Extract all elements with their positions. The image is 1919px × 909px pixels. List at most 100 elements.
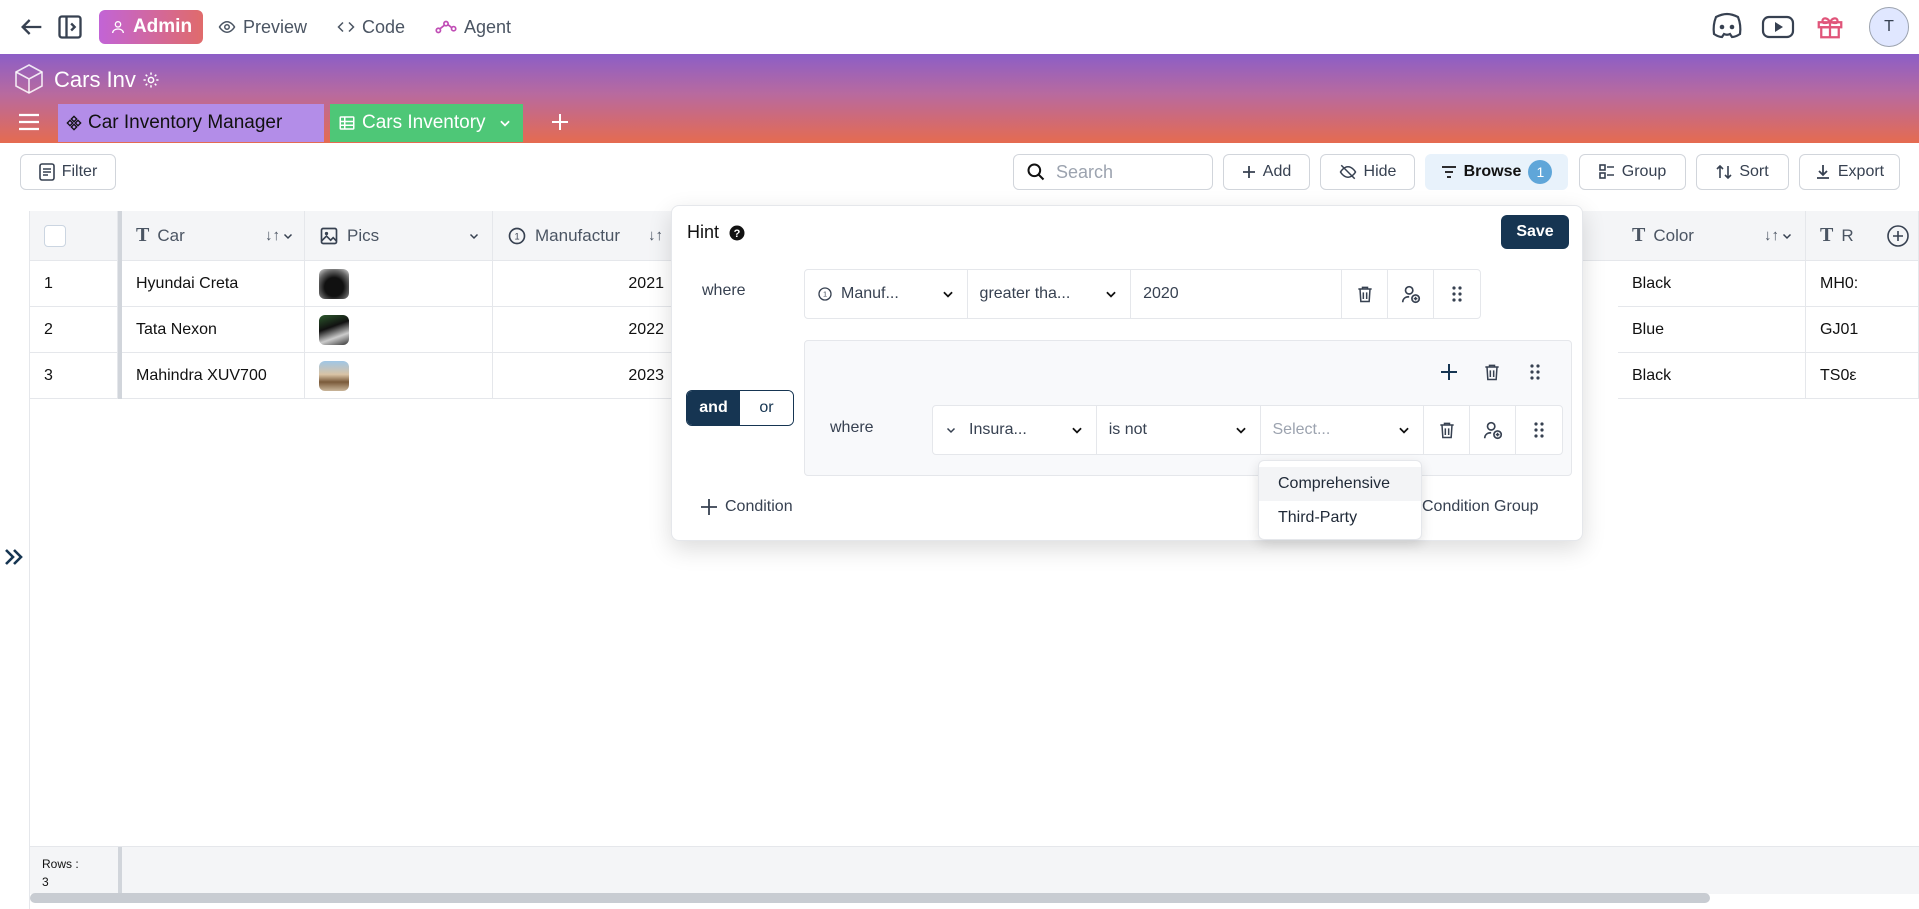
- chevron-down-icon[interactable]: [468, 230, 480, 242]
- column-header-pics[interactable]: Pics: [305, 211, 493, 261]
- add-condition-group-button[interactable]: Condition Group: [1422, 498, 1539, 516]
- car-thumbnail[interactable]: [319, 360, 349, 391]
- cell-car[interactable]: Mahindra XUV700: [122, 353, 305, 399]
- agent-button[interactable]: Agent: [435, 13, 511, 41]
- group-button[interactable]: Group: [1579, 154, 1686, 190]
- youtube-icon: [1761, 15, 1795, 39]
- cell-color[interactable]: Blue: [1618, 307, 1806, 353]
- cell-registration[interactable]: MH0:: [1806, 261, 1919, 307]
- add-button[interactable]: Add: [1223, 154, 1310, 190]
- admin-button[interactable]: Admin: [99, 10, 203, 44]
- cell-pics[interactable]: [305, 307, 493, 353]
- value-input[interactable]: 2020: [1131, 270, 1343, 318]
- car-thumbnail[interactable]: [319, 268, 349, 299]
- cell-pics[interactable]: [305, 353, 493, 399]
- add-tab-icon[interactable]: [550, 112, 570, 132]
- chevron-down-icon[interactable]: [1781, 230, 1793, 242]
- cell-registration[interactable]: GJ01: [1806, 307, 1919, 353]
- or-button[interactable]: or: [740, 391, 793, 425]
- filter-button[interactable]: Filter: [20, 154, 116, 190]
- sort-arrows-icon[interactable]: ↓↑: [648, 227, 663, 244]
- and-button[interactable]: and: [687, 391, 740, 425]
- delete-condition-button[interactable]: [1342, 270, 1389, 318]
- chevron-down-icon[interactable]: [498, 116, 512, 130]
- cell-color[interactable]: Black: [1618, 261, 1806, 307]
- number-type-icon: 1: [508, 227, 526, 244]
- base-title-text: Cars Inv: [54, 67, 136, 92]
- filter-label: Filter: [61, 163, 98, 180]
- cell-car[interactable]: Tata Nexon: [122, 307, 305, 353]
- tab-car-inventory-manager[interactable]: Car Inventory Manager: [58, 104, 324, 142]
- popup-title-text: Hint: [687, 222, 720, 242]
- user-avatar[interactable]: T: [1869, 7, 1909, 47]
- hide-label: Hide: [1363, 163, 1397, 180]
- column-header-car[interactable]: T Car ↓↑: [122, 211, 305, 261]
- filter-popup: Hint ? Save where 1 Manuf... greater tha…: [671, 205, 1583, 541]
- browse-button[interactable]: Browse 1: [1425, 154, 1568, 190]
- export-button[interactable]: Export: [1799, 154, 1900, 190]
- discord-icon: [1712, 12, 1742, 39]
- option-third-party[interactable]: Third-Party: [1259, 501, 1421, 535]
- column-header-registration[interactable]: T R: [1806, 211, 1919, 261]
- chevron-down-icon: [1072, 427, 1082, 434]
- option-comprehensive[interactable]: Comprehensive: [1259, 467, 1421, 501]
- horizontal-scrollbar[interactable]: [30, 893, 1710, 903]
- sort-button[interactable]: Sort: [1696, 154, 1789, 190]
- drag-dots-icon[interactable]: [1529, 363, 1541, 381]
- base-title[interactable]: Cars Inv: [54, 67, 160, 93]
- chevron-down-icon[interactable]: [282, 230, 294, 242]
- code-button[interactable]: Code: [337, 13, 405, 41]
- trash-icon[interactable]: [1482, 362, 1502, 382]
- select-all-header: [30, 211, 118, 261]
- select-all-checkbox[interactable]: [44, 224, 66, 247]
- cell-pics[interactable]: [305, 261, 493, 307]
- sort-arrows-icon[interactable]: ↓↑: [265, 227, 280, 244]
- back-button[interactable]: [18, 13, 46, 41]
- toolbar: Filter Search Add Hide Browse 1 Group So…: [0, 143, 1919, 211]
- svg-text:?: ?: [734, 228, 741, 240]
- sort-arrows-icon[interactable]: ↓↑: [1764, 227, 1779, 244]
- drag-handle[interactable]: [1516, 406, 1562, 454]
- tab-cars-inventory[interactable]: Cars Inventory: [330, 104, 523, 142]
- add-condition-button[interactable]: Condition: [700, 498, 793, 516]
- column-header-color[interactable]: T Color ↓↑: [1618, 211, 1806, 261]
- discord-button[interactable]: [1710, 12, 1744, 40]
- filter-doc-icon: [38, 163, 55, 181]
- cell-registration[interactable]: TS0ε: [1806, 353, 1919, 399]
- save-button[interactable]: Save: [1501, 215, 1569, 249]
- row-count-label: Rows :: [42, 857, 79, 871]
- copy-condition-button[interactable]: [1388, 270, 1435, 318]
- car-thumbnail[interactable]: [319, 314, 349, 345]
- value-select[interactable]: Select...: [1261, 406, 1425, 454]
- operator-select[interactable]: is not: [1097, 406, 1261, 454]
- cell-car[interactable]: Hyundai Creta: [122, 261, 305, 307]
- help-icon[interactable]: ?: [729, 225, 745, 241]
- cell-manufacturing-year[interactable]: 2023: [493, 353, 681, 399]
- copy-condition-button[interactable]: [1470, 406, 1517, 454]
- field-select[interactable]: 1 Manuf...: [805, 270, 968, 318]
- plus-icon: [701, 499, 717, 515]
- avatar-initial: T: [1884, 18, 1894, 35]
- hide-button[interactable]: Hide: [1320, 154, 1415, 190]
- search-input[interactable]: Search: [1013, 154, 1213, 190]
- preview-button[interactable]: Preview: [218, 13, 307, 41]
- hamburger-menu-icon[interactable]: [18, 112, 40, 132]
- delete-condition-button[interactable]: [1424, 406, 1471, 454]
- cell-manufacturing-year[interactable]: 2022: [493, 307, 681, 353]
- browse-count-badge: 1: [1528, 160, 1553, 184]
- gift-button[interactable]: [1815, 12, 1845, 40]
- double-chevron-right-icon[interactable]: [2, 545, 26, 569]
- youtube-button[interactable]: [1761, 13, 1795, 41]
- column-header-manufacturing-year[interactable]: 1 Manufactur ↓↑: [493, 211, 681, 261]
- drag-handle[interactable]: [1434, 270, 1480, 318]
- field-select[interactable]: Insura...: [933, 406, 1097, 454]
- add-column-icon[interactable]: [1886, 224, 1910, 248]
- operator-select[interactable]: greater tha...: [968, 270, 1132, 318]
- gear-icon[interactable]: [142, 71, 160, 89]
- plus-icon[interactable]: [1440, 363, 1458, 381]
- top-bar: Admin Preview Code Agent T: [0, 0, 1919, 54]
- tab-label: Cars Inventory: [362, 112, 486, 133]
- toggle-sidebar-button[interactable]: [56, 13, 84, 41]
- cell-manufacturing-year[interactable]: 2021: [493, 261, 681, 307]
- cell-color[interactable]: Black: [1618, 353, 1806, 399]
